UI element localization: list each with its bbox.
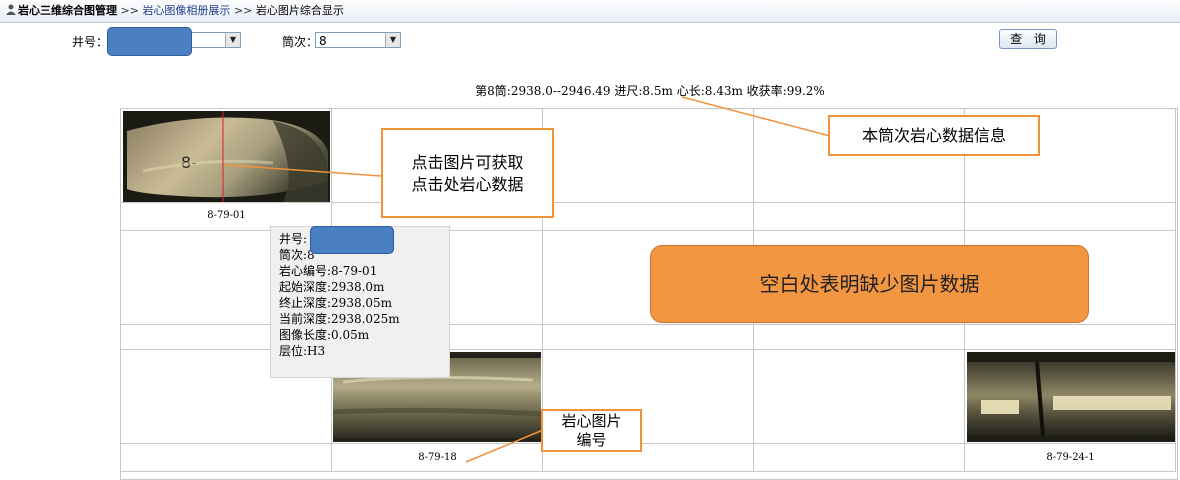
tooltip-core-number: 岩心编号:8-79-01 xyxy=(279,264,378,278)
tooltip-redaction-mask xyxy=(310,226,394,254)
annotation-leader-lines xyxy=(224,96,831,463)
image-number-line-1: 岩心图片 xyxy=(561,412,622,430)
tooltip-image-length: 图像长度:0.05m xyxy=(279,328,370,342)
click-hint-callout: 点击图片可获取 点击处岩心数据 xyxy=(381,128,554,218)
image-number-callout: 岩心图片 编号 xyxy=(541,409,642,452)
tooltip-layer: 层位:H3 xyxy=(279,344,326,358)
click-hint-line-2: 点击处岩心数据 xyxy=(411,175,524,194)
tooltip-start-depth: 起始深度:2938.0m xyxy=(279,280,385,294)
missing-image-note: 空白处表明缺少图片数据 xyxy=(650,245,1089,323)
tooltip-end-depth: 终止深度:2938.05m xyxy=(279,296,393,310)
click-hint-line-1: 点击图片可获取 xyxy=(411,153,524,172)
image-number-line-2: 编号 xyxy=(576,431,607,449)
tooltip-current-depth: 当前深度:2938.025m xyxy=(279,312,400,326)
barrel-info-callout: 本筒次岩心数据信息 xyxy=(828,115,1040,156)
